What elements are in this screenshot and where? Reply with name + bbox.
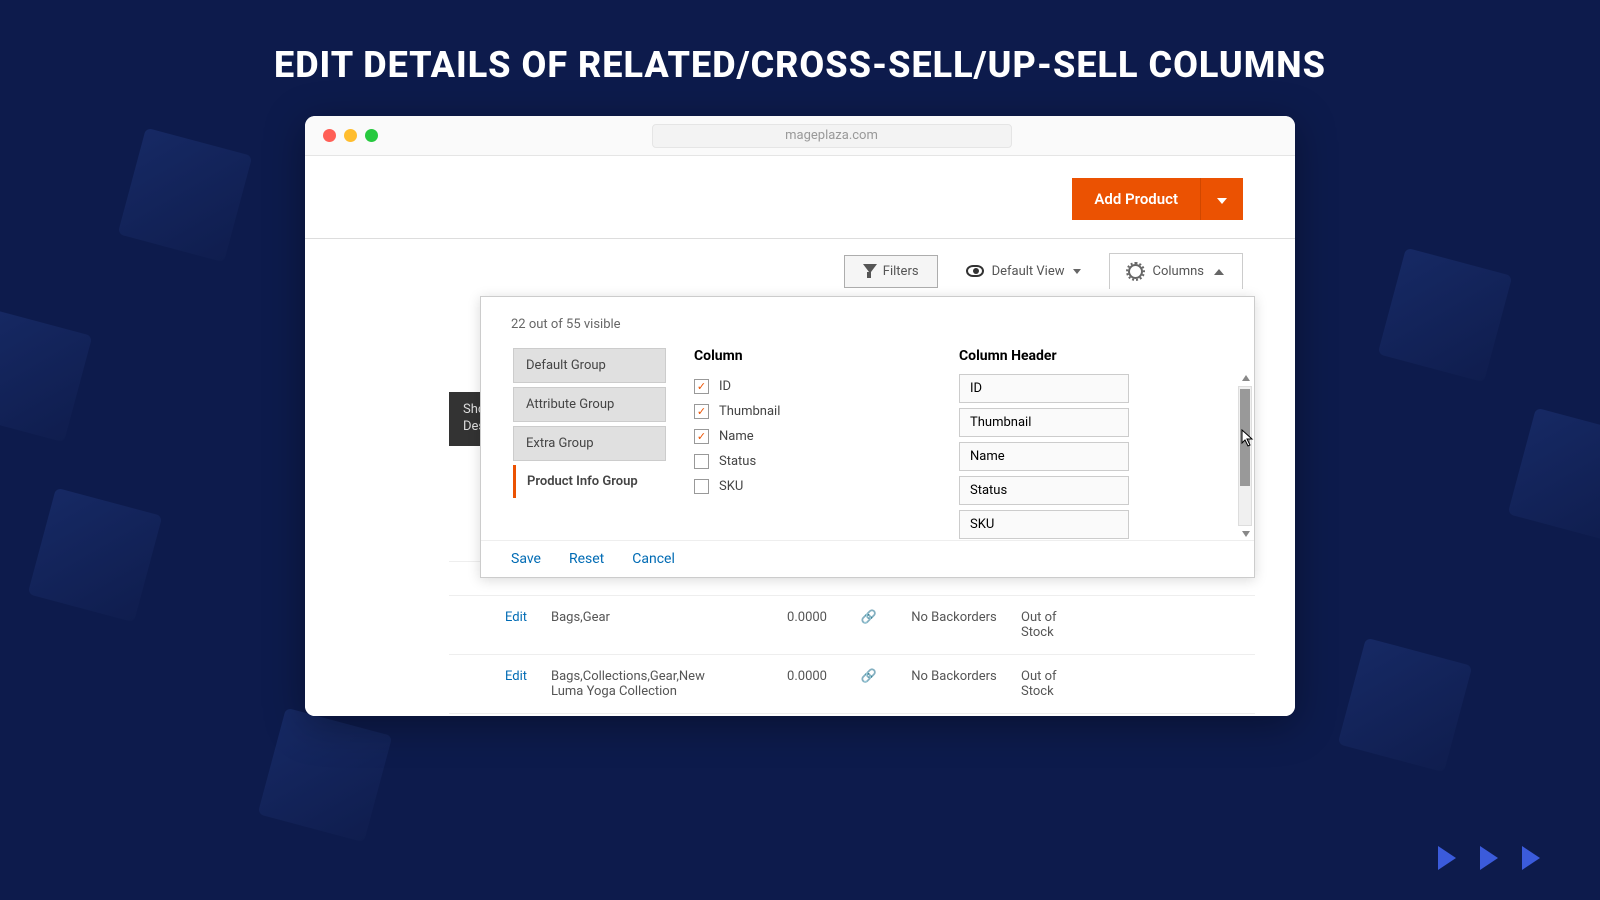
categories-cell: Bags,Gear <box>539 610 749 625</box>
header-heading: Column Header <box>959 348 1224 364</box>
scroll-up-icon[interactable] <box>1242 375 1250 381</box>
browser-chrome: mageplaza.com <box>305 116 1295 156</box>
minimize-icon[interactable] <box>344 129 357 142</box>
columns-dropdown: 22 out of 55 visible Default Group Attri… <box>480 296 1255 578</box>
maximize-icon[interactable] <box>365 129 378 142</box>
add-product-dropdown[interactable] <box>1200 178 1243 220</box>
url-bar[interactable]: mageplaza.com <box>652 124 1012 148</box>
stock-cell: Out of Stock <box>1009 610 1099 640</box>
checkbox-icon[interactable]: ✓ <box>694 379 709 394</box>
save-button[interactable]: Save <box>511 551 541 567</box>
column-sku[interactable]: SKU <box>694 474 959 499</box>
scroll-thumb[interactable] <box>1240 389 1250 486</box>
checkbox-icon[interactable]: ✓ <box>694 429 709 444</box>
header-input-thumbnail[interactable] <box>959 408 1129 437</box>
header-input-status[interactable] <box>959 476 1129 505</box>
reset-button[interactable]: Reset <box>569 551 604 567</box>
header-input-name[interactable] <box>959 442 1129 471</box>
grid-toolbar: Filters Default View Columns <box>305 239 1295 289</box>
gear-icon <box>1128 264 1143 279</box>
edit-link[interactable]: Edit <box>449 669 539 684</box>
group-product-info[interactable]: Product Info Group <box>513 465 666 498</box>
column-status[interactable]: Status <box>694 449 959 474</box>
page-title: EDIT DETAILS OF RELATED/CROSS-SELL/UP-SE… <box>0 0 1600 86</box>
add-product-label: Add Product <box>1072 178 1200 220</box>
column-thumbnail[interactable]: ✓Thumbnail <box>694 399 959 424</box>
value-cell: 0.0000 <box>749 610 839 625</box>
column-checklist: Column ✓ID ✓Thumbnail ✓Name Status SKU <box>694 348 959 532</box>
group-tabs: Default Group Attribute Group Extra Grou… <box>511 348 666 532</box>
edit-link[interactable]: Edit <box>449 610 539 625</box>
column-header-inputs: Column Header <box>959 348 1224 532</box>
checkbox-icon[interactable]: ✓ <box>694 404 709 419</box>
filters-label: Filters <box>883 264 919 279</box>
link-icon[interactable]: 🔗 <box>839 669 899 684</box>
backorders-cell: No Backorders <box>899 669 1009 684</box>
chevron-down-icon <box>1073 269 1081 274</box>
value-cell: 0.0000 <box>749 669 839 684</box>
dropdown-footer: Save Reset Cancel <box>481 540 1254 577</box>
filter-icon <box>863 264 877 278</box>
cancel-button[interactable]: Cancel <box>632 551 675 567</box>
product-grid: Backorders Stock Edit Bags,Gear 0.0000 🔗… <box>449 561 1255 716</box>
add-product-button[interactable]: Add Product <box>1072 178 1243 220</box>
categories-cell: Bags,Collections,Gear,New Luma Yoga Coll… <box>539 669 749 699</box>
app-content: Add Product Filters Default View Columns… <box>305 156 1295 716</box>
filters-button[interactable]: Filters <box>844 255 938 288</box>
column-id[interactable]: ✓ID <box>694 374 959 399</box>
group-extra[interactable]: Extra Group <box>513 426 666 461</box>
columns-button[interactable]: Columns <box>1109 253 1244 289</box>
default-view-button[interactable]: Default View <box>966 264 1081 279</box>
table-row: Edit Bags,Gear 0.0000 🔗 No Backorders Ou… <box>449 596 1255 655</box>
visible-count: 22 out of 55 visible <box>481 317 1254 348</box>
chevron-down-icon <box>1217 198 1227 204</box>
close-icon[interactable] <box>323 129 336 142</box>
backorders-cell: No Backorders <box>899 610 1009 625</box>
column-heading: Column <box>694 348 959 364</box>
scrollbar[interactable] <box>1238 386 1252 526</box>
group-default[interactable]: Default Group <box>513 348 666 383</box>
checkbox-icon[interactable] <box>694 479 709 494</box>
group-attribute[interactable]: Attribute Group <box>513 387 666 422</box>
table-row: Edit Bags,Collections,Gear,New Luma Yoga… <box>449 655 1255 714</box>
eye-icon <box>966 265 984 277</box>
toolbar-top: Add Product <box>305 156 1295 239</box>
column-name[interactable]: ✓Name <box>694 424 959 449</box>
header-input-sku[interactable] <box>959 510 1129 539</box>
scroll-down-icon[interactable] <box>1242 531 1250 537</box>
checkbox-icon[interactable] <box>694 454 709 469</box>
stock-cell: Out of Stock <box>1009 669 1099 699</box>
browser-window: mageplaza.com Add Product Filters Defaul… <box>305 116 1295 716</box>
header-input-id[interactable] <box>959 374 1129 403</box>
columns-label: Columns <box>1153 264 1205 279</box>
link-icon[interactable]: 🔗 <box>839 610 899 625</box>
chevron-up-icon <box>1214 269 1224 275</box>
default-view-label: Default View <box>992 264 1065 279</box>
